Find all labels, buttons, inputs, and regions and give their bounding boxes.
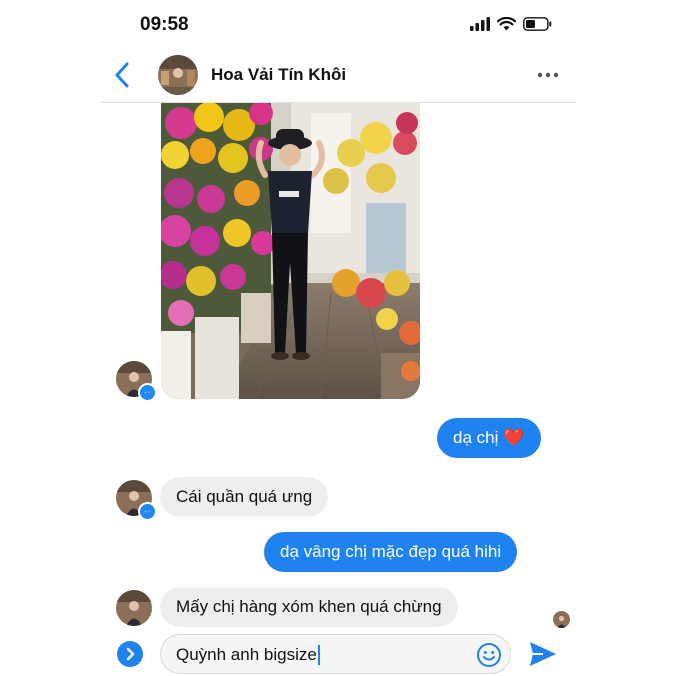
emoji-button[interactable]: [476, 642, 502, 668]
message-input[interactable]: Quỳnh anh bigsize: [160, 634, 511, 674]
send-button[interactable]: [528, 640, 558, 668]
back-button[interactable]: [110, 60, 136, 90]
message-text: dạ chị: [453, 428, 499, 447]
status-time: 09:58: [140, 14, 189, 35]
sender-avatar[interactable]: [116, 590, 152, 626]
outgoing-message-1: dạ chị ❤️: [437, 418, 541, 458]
more-options-button[interactable]: [536, 64, 560, 86]
status-bar: 09:58: [100, 10, 576, 40]
photo-image: [161, 103, 420, 399]
chat-header: Hoa Vải Tín Khôi: [100, 48, 576, 103]
message-composer: Quỳnh anh bigsize: [100, 632, 576, 676]
signal-icon: [470, 17, 490, 31]
battery-icon: [523, 17, 552, 31]
contact-name[interactable]: Hoa Vải Tín Khôi: [211, 65, 346, 85]
incoming-message-4: Mấy chị hàng xóm khen quá chừng: [160, 587, 458, 627]
expand-actions-button[interactable]: [117, 641, 143, 667]
messenger-badge-icon: [138, 502, 157, 521]
more-dots-icon: [537, 72, 559, 78]
heart-emoji-icon: ❤️: [503, 428, 525, 447]
chevron-right-icon: [126, 647, 135, 661]
send-icon: [530, 642, 556, 666]
seen-indicator-avatar: [553, 611, 570, 628]
incoming-message-2: Cái quần quá ưng: [160, 477, 329, 517]
messenger-badge-icon: [138, 383, 157, 402]
smiley-icon: [477, 643, 501, 667]
message-input-value[interactable]: Quỳnh anh bigsize: [176, 645, 320, 665]
message-text: Cái quần quá ưng: [176, 487, 313, 506]
message-text: dạ vâng chị mặc đẹp quá hihi: [280, 542, 502, 561]
wifi-icon: [497, 17, 516, 31]
chat-screen: 09:58 Hoa Vải Tín Khôi dạ chị ❤️ Cái quầ…: [0, 0, 676, 676]
contact-avatar[interactable]: [158, 55, 198, 95]
status-icons: [470, 17, 552, 31]
outgoing-message-3: dạ vâng chị mặc đẹp quá hihi: [264, 532, 518, 572]
contact-avatar-image: [158, 55, 198, 95]
chevron-left-icon: [115, 62, 129, 88]
photo-message[interactable]: [161, 103, 420, 399]
message-text: Mấy chị hàng xóm khen quá chừng: [176, 597, 442, 616]
